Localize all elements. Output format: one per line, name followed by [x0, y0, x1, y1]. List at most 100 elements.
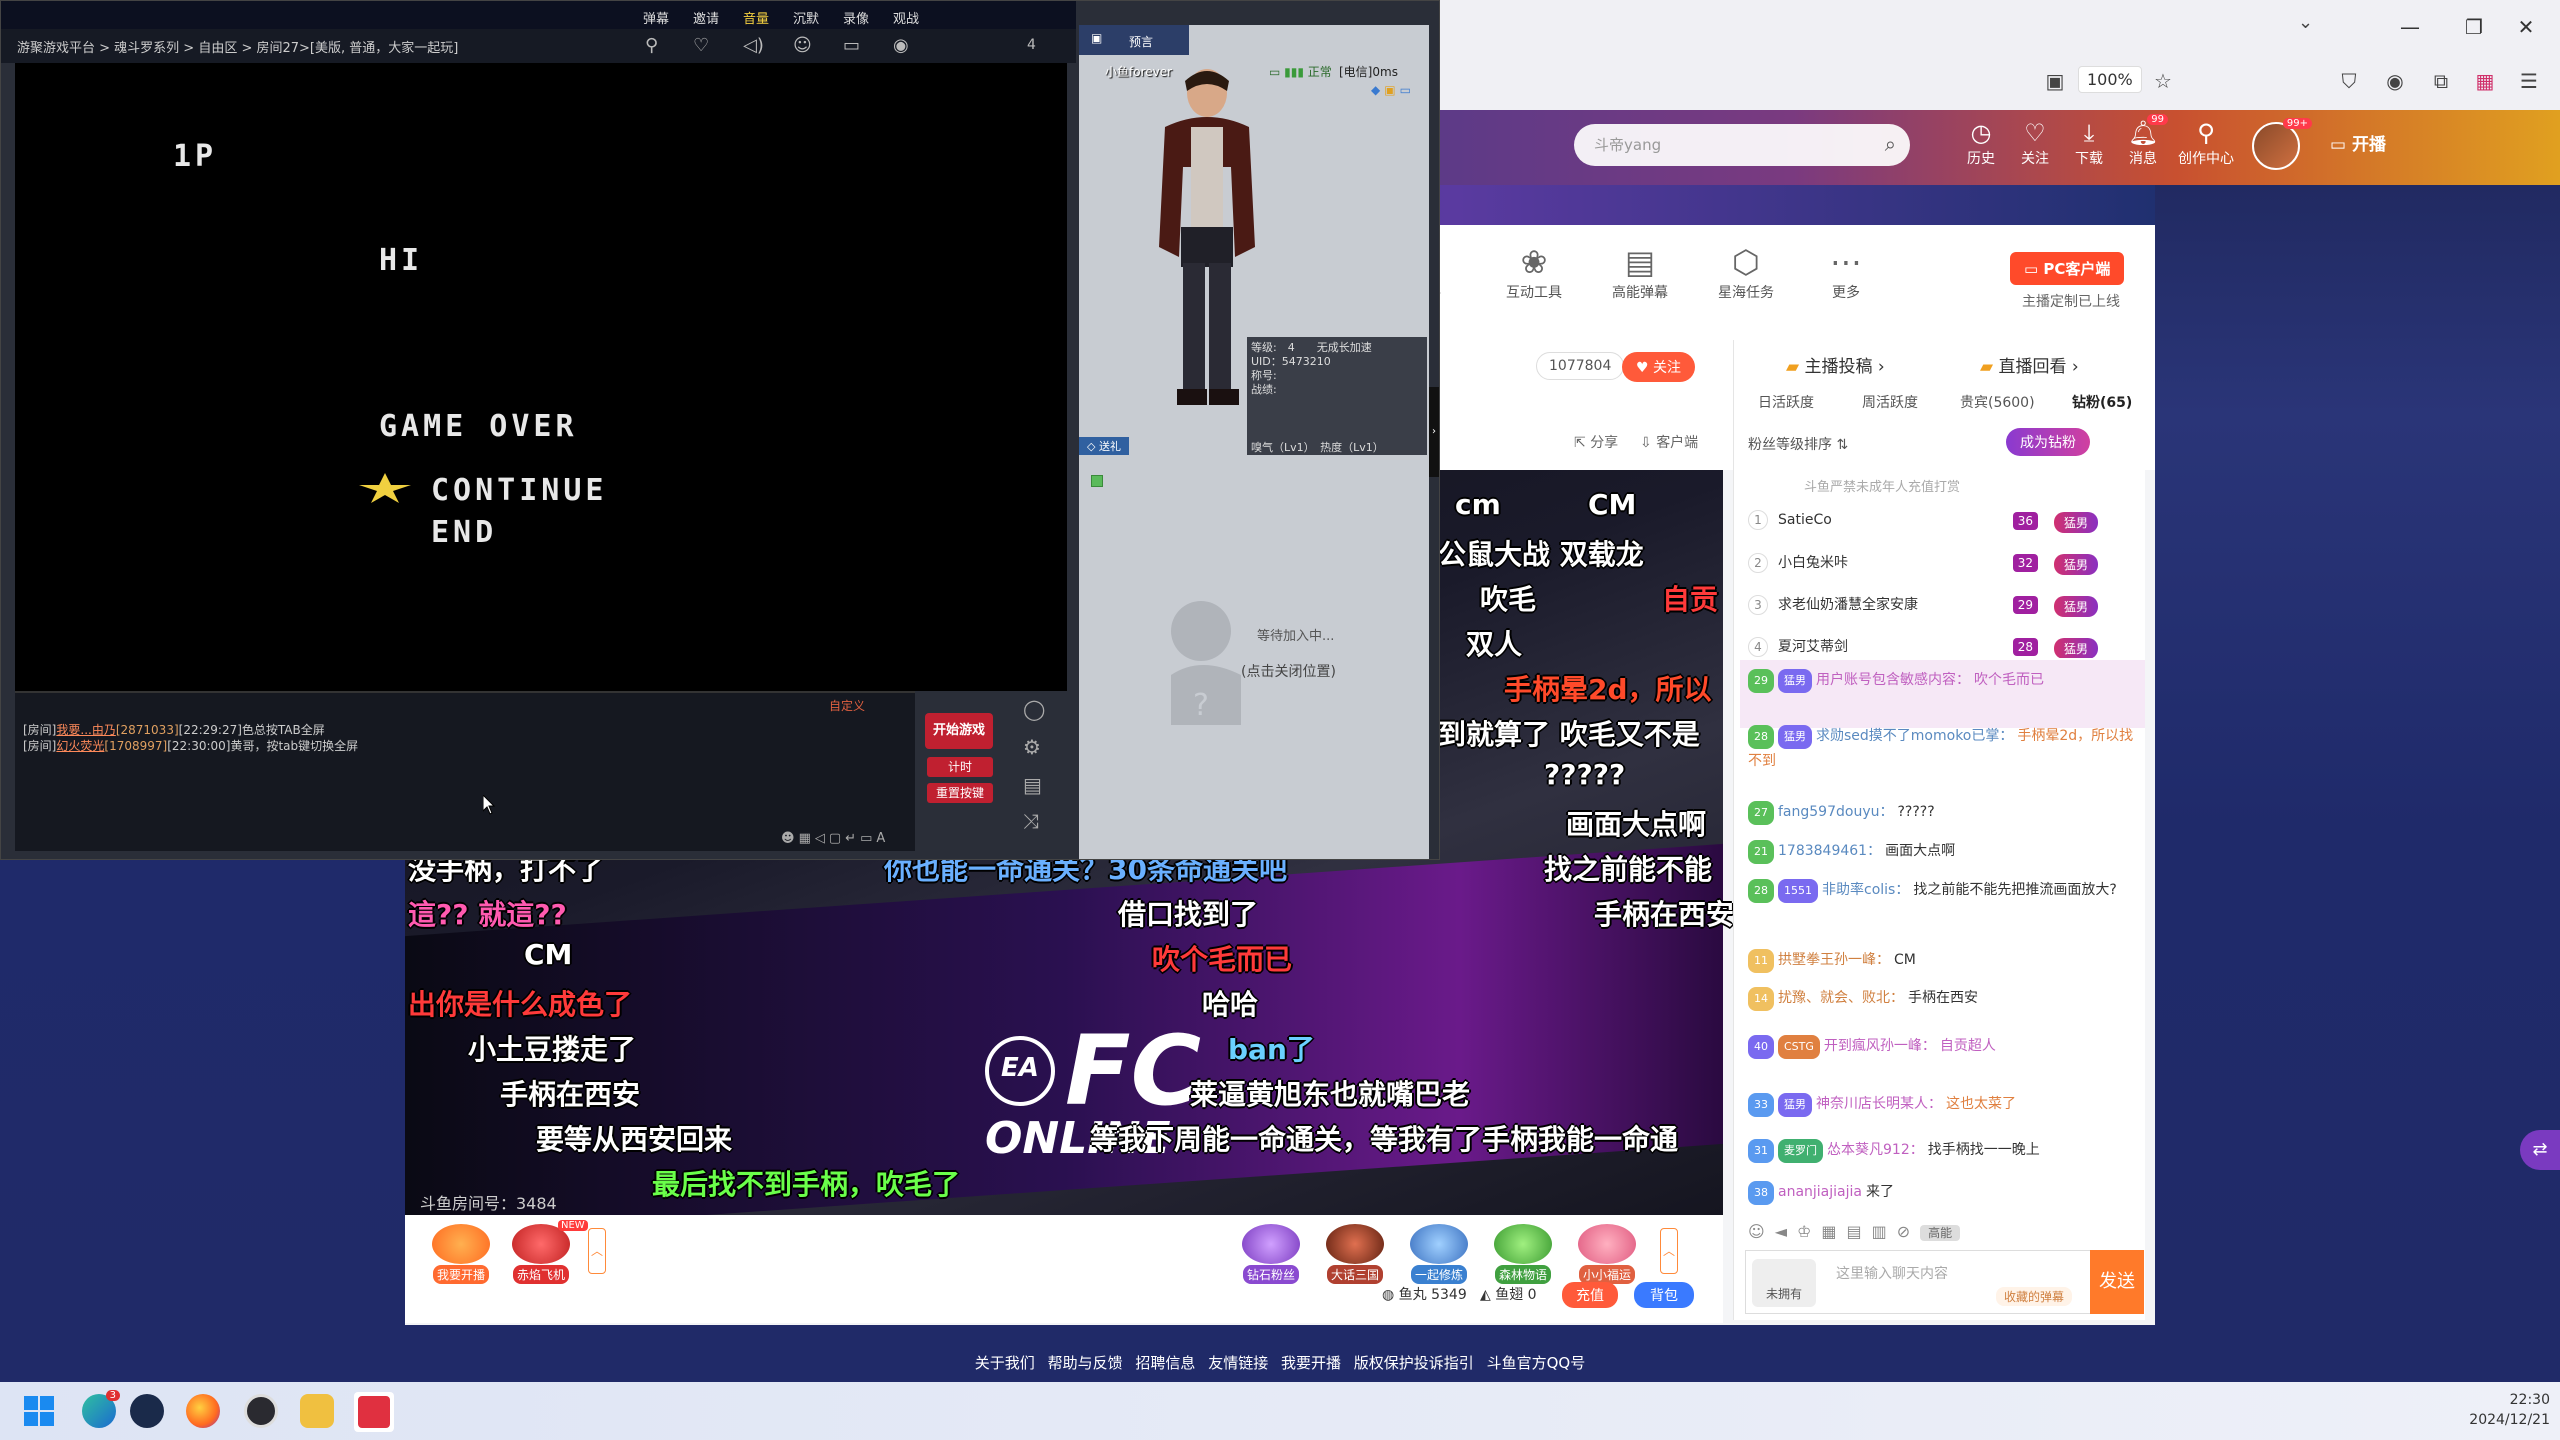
header-history[interactable]: ◷ 历史	[1954, 118, 2008, 168]
megaphone-icon[interactable]: ◄	[1775, 1222, 1797, 1241]
panel-collapse-handle[interactable]: ›	[1429, 387, 1439, 477]
send-gift-button[interactable]: ◇ 送礼	[1079, 437, 1129, 455]
footer-link[interactable]: 我要开播	[1281, 1354, 1341, 1372]
tab-replay[interactable]: ▰ 直播回看 ›	[1980, 352, 2079, 377]
keyboard-icon[interactable]: ▭	[860, 831, 876, 846]
follow-button[interactable]: ♥ 关注	[1622, 352, 1696, 382]
collapse-arrow-icon[interactable]: ︿	[1660, 1228, 1678, 1274]
panel-tab[interactable]: ▣ 预言	[1079, 25, 1189, 55]
chat-username[interactable]: 怂本葵凡912：	[1827, 1142, 1924, 1158]
menu-icon[interactable]: ☰	[2514, 66, 2544, 96]
chat-username[interactable]: ananjiajiajia	[1778, 1184, 1862, 1200]
crown-icon[interactable]: ♔	[1797, 1222, 1821, 1241]
chat-username[interactable]: 神奈川店长明某人：	[1816, 1096, 1942, 1112]
obs-icon[interactable]	[244, 1394, 278, 1428]
chat-username[interactable]: 求勋sed摸不了momoko已掌：	[1816, 728, 2013, 744]
fans-sort[interactable]: 粉丝等级排序 ⇅	[1748, 434, 1848, 454]
header-creator[interactable]: ⚲ 创作中心	[2174, 118, 2238, 168]
chat-username[interactable]: 扰豫、就会、败北：	[1778, 990, 1904, 1006]
header-download[interactable]: ⤓ 下载	[2062, 118, 2116, 168]
continue-option[interactable]: CONTINUE	[431, 473, 608, 508]
bookmark-star-icon[interactable]: ☆	[2148, 66, 2178, 96]
tab-vip[interactable]: 贵宾(5600)	[1960, 392, 2035, 412]
gamepad-icon[interactable]: ▢	[829, 831, 845, 846]
settings-icon[interactable]: ⚙	[1023, 735, 1041, 759]
bag-button[interactable]: 背包	[1634, 1282, 1694, 1308]
favorite-danmaku-button[interactable]: 收藏的弹幕	[1996, 1287, 2073, 1306]
diamond-fan-gift[interactable]: 钻石粉丝	[1236, 1224, 1306, 1284]
reader-view-icon[interactable]: ▣	[2040, 66, 2070, 96]
chat-username[interactable]: 1783849461：	[1778, 843, 1881, 859]
red-app-icon[interactable]	[358, 1396, 390, 1428]
tool-more[interactable]: ⋯ 更多	[1816, 242, 1876, 302]
footer-link[interactable]: 招聘信息	[1135, 1354, 1195, 1372]
menu-danmaku[interactable]: 弹幕	[643, 8, 669, 27]
rank-row[interactable]: 4 夏河艾蒂剑 28 猛男	[1748, 636, 2138, 658]
shuffle-icon[interactable]: ⤨	[1023, 809, 1039, 833]
red-plane-gift[interactable]: 赤焰飞机 NEW	[506, 1220, 588, 1284]
ban-icon[interactable]: ⊘	[1897, 1222, 1920, 1241]
tab-weekly-active[interactable]: 周活跃度	[1862, 392, 1918, 412]
forest-gift[interactable]: 森林物语	[1488, 1224, 1558, 1284]
footer-link[interactable]: 关于我们	[975, 1354, 1035, 1372]
tool-interactive[interactable]: ❀ 互动工具	[1494, 242, 1574, 302]
tab-diamond-fans[interactable]: 钻粉(65)	[2072, 392, 2132, 412]
chat-username[interactable]: 用户账号包含敏感内容：	[1816, 672, 1970, 688]
calendar-icon[interactable]: ▥	[1872, 1222, 1897, 1241]
end-option[interactable]: END	[431, 515, 497, 550]
collapse-arrow-icon[interactable]: ︿	[588, 1228, 606, 1274]
timer-button[interactable]: 计时	[927, 757, 993, 777]
heart-add-icon[interactable]: ♡	[693, 35, 709, 56]
footer-link[interactable]: 版权保护投诉指引	[1354, 1354, 1474, 1372]
account-icon[interactable]: ◉	[2380, 66, 2410, 96]
recharge-button[interactable]: 充值	[1562, 1282, 1618, 1308]
tab-daily-active[interactable]: 日活跃度	[1758, 392, 1814, 412]
spectators-icon[interactable]: ◉	[893, 35, 909, 56]
firefox-icon[interactable]	[186, 1394, 220, 1428]
menu-spectate[interactable]: 观战	[893, 8, 919, 27]
share-button[interactable]: ⇱ 分享	[1574, 432, 1618, 452]
chat-user[interactable]: 我要...由乃	[56, 723, 115, 737]
cultivate-gift[interactable]: 一起修炼	[1404, 1224, 1474, 1284]
speaker-icon[interactable]: ◁)	[743, 35, 764, 56]
pc-client-button[interactable]: ▭ PC客户端	[2010, 252, 2125, 285]
pin-icon[interactable]: ⚲	[645, 35, 658, 56]
translate-float-icon[interactable]: ⇄	[2520, 1130, 2560, 1170]
chat-user[interactable]: 幻火荧光	[56, 739, 104, 753]
go-live-gift[interactable]: 我要开播	[426, 1224, 496, 1284]
menu-volume[interactable]: 音量	[743, 8, 769, 27]
menu-silence[interactable]: 沉默	[793, 8, 819, 27]
game-app-icon[interactable]	[300, 1394, 334, 1428]
chat-input[interactable]: 未拥有 这里输入聊天内容 收藏的弹幕	[1745, 1250, 2143, 1314]
pocket-icon[interactable]: ⛉	[2334, 66, 2364, 96]
colors-icon[interactable]: ▦	[799, 831, 815, 846]
tab-anchor-posts[interactable]: ▰ 主播投稿 ›	[1786, 352, 1885, 377]
extensions-icon[interactable]: ⧉	[2426, 66, 2456, 96]
header-messages[interactable]: 🔔︎ 99 消息	[2116, 114, 2170, 168]
windows-start-icon[interactable]	[24, 1396, 54, 1426]
minimize-icon[interactable]: —	[2390, 12, 2430, 42]
grid-icon[interactable]: ▦	[1821, 1222, 1846, 1241]
system-clock[interactable]: 22:30 2024/12/21	[2440, 1390, 2550, 1430]
header-follow[interactable]: ♡ 关注	[2008, 118, 2062, 168]
font-icon[interactable]: A	[876, 831, 889, 846]
menu-record[interactable]: 录像	[843, 8, 869, 27]
send-button[interactable]: 发送	[2090, 1250, 2144, 1314]
face-icon[interactable]: ☻	[781, 831, 799, 846]
translate-extension-icon[interactable]: ▦	[2470, 66, 2500, 96]
start-game-button[interactable]: 开始游戏	[925, 713, 993, 749]
player-name[interactable]: 小鱼forever	[1105, 63, 1172, 80]
footer-link[interactable]: 帮助与反馈	[1048, 1354, 1123, 1372]
restore-icon[interactable]: ❐	[2454, 12, 2494, 42]
chat-username[interactable]: 拱墅拳王孙一峰：	[1778, 952, 1890, 968]
search-icon[interactable]: ⌕	[1885, 132, 1896, 156]
chat-username[interactable]: fang597douyu：	[1778, 804, 1893, 820]
tab-list-icon[interactable]: ⌄	[2298, 12, 2313, 33]
emoji-icon[interactable]: ☺	[1748, 1222, 1775, 1241]
footer-link[interactable]: 斗鱼官方QQ号	[1487, 1354, 1586, 1372]
video-icon[interactable]: ▭	[843, 35, 860, 56]
lucky-gift[interactable]: 小小福运	[1572, 1224, 1642, 1284]
footer-link[interactable]: 友情链接	[1208, 1354, 1268, 1372]
volume-icon[interactable]: ◁	[815, 831, 829, 846]
close-icon[interactable]: ✕	[2506, 12, 2546, 42]
